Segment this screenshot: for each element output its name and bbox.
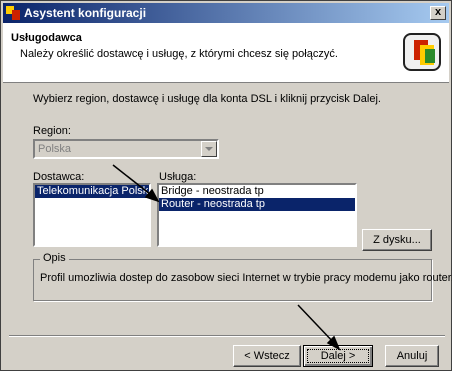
region-label: Region: [33,125,71,137]
provider-listbox[interactable]: Telekomunikacja Polska [33,183,151,247]
next-button[interactable]: Dalej > [303,345,373,367]
wizard-app-icon [6,6,20,20]
service-listbox[interactable]: Bridge - neostrada tp Router - neostrada… [157,183,357,247]
next-label: Dalej > [320,350,356,362]
instruction-text: Wybierz region, dostawcę i usługę dla ko… [33,93,381,105]
window-title: Asystent konfiguracji [24,6,147,20]
cancel-button[interactable]: Anuluj [385,345,439,367]
close-button[interactable]: x [430,6,446,20]
region-value: Polska [38,143,72,155]
from-disk-label: Z dysku... [373,234,421,246]
list-item[interactable]: Router - neostrada tp [159,198,355,211]
description-text: Profil umozliwia dostep do zasobow sieci… [40,272,452,284]
description-title: Opis [40,252,69,264]
page-title: Usługodawca [11,32,82,44]
cancel-label: Anuluj [396,350,428,362]
provider-label: Dostawca: [33,171,85,183]
page-subtitle: Należy określić dostawcę i usługę, z któ… [20,48,338,60]
list-item[interactable]: Telekomunikacja Polska [35,185,149,198]
from-disk-button[interactable]: Z dysku... [362,229,432,251]
button-separator [9,335,445,337]
chevron-down-icon[interactable] [201,141,217,157]
network-config-icon [403,33,441,71]
list-item[interactable]: Bridge - neostrada tp [159,185,355,198]
wizard-window: Asystent konfiguracji x Usługodawca Nale… [0,0,452,371]
wizard-header: Usługodawca Należy określić dostawcę i u… [3,23,449,83]
title-bar[interactable]: Asystent konfiguracji x [3,3,449,23]
region-select[interactable]: Polska [33,139,219,159]
back-button[interactable]: < Wstecz [233,345,301,367]
back-label: < Wstecz [244,350,290,362]
service-label: Usługa: [159,171,197,183]
description-group: Opis Profil umozliwia dostep do zasobow … [33,252,452,301]
